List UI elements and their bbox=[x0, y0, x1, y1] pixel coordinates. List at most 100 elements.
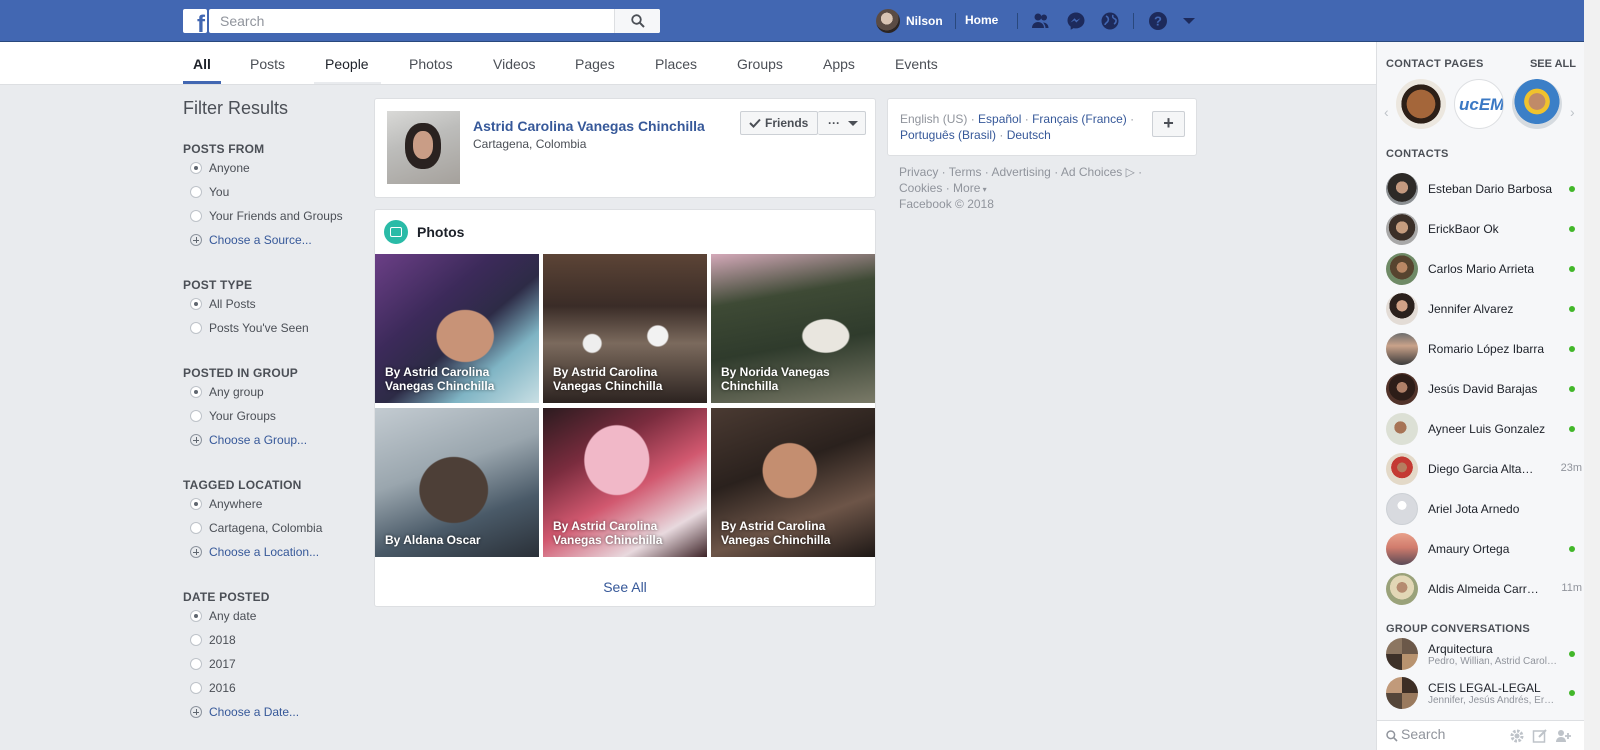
contact-item[interactable]: Ayneer Luis Gonzalez bbox=[1386, 412, 1582, 446]
gear-icon[interactable] bbox=[1509, 728, 1525, 744]
filter-option-2016[interactable]: 2016 bbox=[190, 680, 236, 696]
choose-label[interactable]: Choose a Date... bbox=[209, 705, 299, 719]
filter-option-all-posts[interactable]: All Posts bbox=[190, 296, 256, 312]
choose-location-link[interactable]: Choose a Location... bbox=[190, 544, 319, 560]
footer-link[interactable]: Advertising bbox=[991, 165, 1050, 179]
tab-places[interactable]: Places bbox=[655, 56, 697, 72]
radio-button[interactable] bbox=[190, 298, 202, 310]
footer-link[interactable]: Privacy bbox=[899, 165, 938, 179]
photos-see-all-link[interactable]: See All bbox=[375, 579, 875, 595]
friend-requests-icon[interactable] bbox=[1030, 11, 1050, 31]
tab-apps[interactable]: Apps bbox=[823, 56, 855, 72]
create-group-icon[interactable] bbox=[1555, 728, 1573, 744]
group-conversation-item[interactable]: CEIS LEGAL-LEGAL Jennifer, Jesús Andrés,… bbox=[1386, 674, 1582, 712]
filter-option-you[interactable]: You bbox=[190, 184, 229, 200]
profile-link[interactable]: Nilson bbox=[876, 9, 943, 33]
filter-option-posts-seen[interactable]: Posts You've Seen bbox=[190, 320, 309, 336]
radio-button[interactable] bbox=[190, 522, 202, 534]
radio-button[interactable] bbox=[190, 186, 202, 198]
footer-link[interactable]: Ad Choices bbox=[1061, 165, 1122, 179]
filter-option-2017[interactable]: 2017 bbox=[190, 656, 236, 672]
photo-tile[interactable]: By Aldana Oscar bbox=[375, 408, 539, 557]
facebook-logo-icon[interactable]: f bbox=[183, 9, 207, 33]
footer-more-link[interactable]: More bbox=[953, 181, 980, 195]
photo-tile[interactable]: By Norida Vanegas Chinchilla bbox=[711, 254, 875, 403]
contact-pages-see-all[interactable]: SEE ALL bbox=[1530, 58, 1576, 70]
tab-all[interactable]: All bbox=[193, 56, 211, 72]
filter-option-any-group[interactable]: Any group bbox=[190, 384, 264, 400]
contact-item[interactable]: Carlos Mario Arrieta bbox=[1386, 252, 1582, 286]
contact-item[interactable]: Aldis Almeida Carrasquilla 11m bbox=[1386, 572, 1582, 606]
contact-page-avatar[interactable] bbox=[1512, 79, 1562, 129]
radio-button[interactable] bbox=[190, 322, 202, 334]
friends-button[interactable]: Friends bbox=[740, 111, 818, 135]
contact-item[interactable]: Diego Garcia Altamar 23m bbox=[1386, 452, 1582, 486]
contact-item[interactable]: Jesús David Barajas bbox=[1386, 372, 1582, 406]
chevron-left-icon[interactable]: ‹ bbox=[1384, 104, 1389, 120]
choose-source-link[interactable]: Choose a Source... bbox=[190, 232, 312, 248]
filter-option-friends-groups[interactable]: Your Friends and Groups bbox=[190, 208, 343, 224]
filter-option-2018[interactable]: 2018 bbox=[190, 632, 236, 648]
filter-option-any-date[interactable]: Any date bbox=[190, 608, 256, 624]
contact-page-avatar[interactable]: ucEM bbox=[1454, 79, 1504, 129]
new-message-icon[interactable] bbox=[1532, 728, 1548, 744]
home-link[interactable]: Home bbox=[965, 13, 998, 27]
profile-picture[interactable] bbox=[387, 111, 460, 184]
search-input[interactable] bbox=[209, 9, 614, 33]
tab-pages[interactable]: Pages bbox=[575, 56, 615, 72]
tab-photos[interactable]: Photos bbox=[409, 56, 453, 72]
choose-label[interactable]: Choose a Location... bbox=[209, 545, 319, 559]
tab-groups[interactable]: Groups bbox=[737, 56, 783, 72]
contact-item[interactable]: Ariel Jota Arnedo bbox=[1386, 492, 1582, 526]
language-link[interactable]: Deutsch bbox=[1007, 128, 1051, 142]
choose-label[interactable]: Choose a Group... bbox=[209, 433, 307, 447]
radio-button[interactable] bbox=[190, 498, 202, 510]
radio-button[interactable] bbox=[190, 682, 202, 694]
more-options-button[interactable]: ··· bbox=[818, 111, 866, 135]
notifications-globe-icon[interactable] bbox=[1100, 11, 1120, 31]
filter-option-anywhere[interactable]: Anywhere bbox=[190, 496, 262, 512]
footer-link[interactable]: Cookies bbox=[899, 181, 942, 195]
profile-name-link[interactable]: Astrid Carolina Vanegas Chinchilla bbox=[473, 118, 705, 134]
contact-item[interactable]: Amaury Ortega bbox=[1386, 532, 1582, 566]
footer-link[interactable]: Terms bbox=[949, 165, 982, 179]
filter-option-your-groups[interactable]: Your Groups bbox=[190, 408, 276, 424]
choose-label[interactable]: Choose a Source... bbox=[209, 233, 312, 247]
radio-button[interactable] bbox=[190, 210, 202, 222]
chat-search-input[interactable] bbox=[1401, 726, 1501, 742]
language-link[interactable]: Português (Brasil) bbox=[900, 128, 996, 142]
contact-page-avatar[interactable] bbox=[1396, 79, 1446, 129]
help-icon[interactable]: ? bbox=[1148, 11, 1168, 31]
radio-button[interactable] bbox=[190, 634, 202, 646]
messenger-icon[interactable] bbox=[1066, 11, 1086, 31]
radio-button[interactable] bbox=[190, 610, 202, 622]
tab-events[interactable]: Events bbox=[895, 56, 938, 72]
photo-tile[interactable]: By Astrid Carolina Vanegas Chinchilla bbox=[375, 254, 539, 403]
photo-tile[interactable]: By Astrid Carolina Vanegas Chinchilla bbox=[711, 408, 875, 557]
add-language-button[interactable]: + bbox=[1152, 111, 1185, 137]
contact-item[interactable]: ErickBaor Ok bbox=[1386, 212, 1582, 246]
language-link[interactable]: Français (France) bbox=[1032, 112, 1127, 126]
filter-option-anyone[interactable]: Anyone bbox=[190, 160, 250, 176]
photo-tile[interactable]: By Astrid Carolina Vanegas Chinchilla bbox=[543, 408, 707, 557]
photo-tile[interactable]: By Astrid Carolina Vanegas Chinchilla bbox=[543, 254, 707, 403]
page-scrollbar[interactable] bbox=[1584, 0, 1600, 750]
filter-option-cartagena[interactable]: Cartagena, Colombia bbox=[190, 520, 322, 536]
tab-videos[interactable]: Videos bbox=[493, 56, 536, 72]
tab-people[interactable]: People bbox=[325, 56, 369, 72]
chevron-right-icon[interactable]: › bbox=[1570, 104, 1575, 120]
search-button[interactable] bbox=[614, 9, 660, 33]
contact-item[interactable]: Esteban Dario Barbosa bbox=[1386, 172, 1582, 206]
radio-button[interactable] bbox=[190, 658, 202, 670]
radio-button[interactable] bbox=[190, 162, 202, 174]
contact-item[interactable]: Romario López Ibarra bbox=[1386, 332, 1582, 366]
account-menu-chevron-down-icon[interactable] bbox=[1183, 18, 1195, 24]
choose-group-link[interactable]: Choose a Group... bbox=[190, 432, 307, 448]
tab-posts[interactable]: Posts bbox=[250, 56, 285, 72]
radio-button[interactable] bbox=[190, 410, 202, 422]
contact-item[interactable]: Jennifer Alvarez bbox=[1386, 292, 1582, 326]
language-link[interactable]: Español bbox=[978, 112, 1021, 126]
radio-button[interactable] bbox=[190, 386, 202, 398]
group-conversation-item[interactable]: Arquitectura Pedro, Willian, Astrid Caro… bbox=[1386, 635, 1582, 673]
choose-date-link[interactable]: Choose a Date... bbox=[190, 704, 299, 720]
